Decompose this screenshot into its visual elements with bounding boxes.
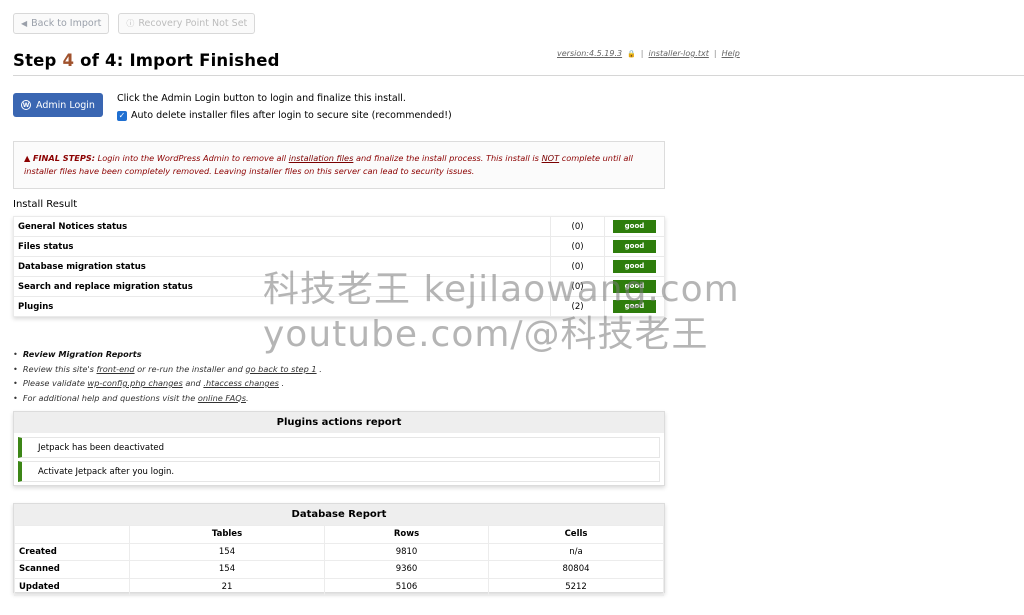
bullet: • [13,378,18,388]
note-text: . [278,378,285,388]
note-text: . [245,392,249,403]
status-name: Files status [12,236,552,257]
table-cell: 9360 [324,560,490,579]
wp-config-changes-link[interactable]: wp-config.php changes [88,378,183,388]
table-cell: 80804 [488,560,664,579]
bullet: • [13,392,18,403]
auto-delete-option[interactable]: ✓ Auto delete installer files after logi… [117,110,452,121]
note-text: Review this site's [22,363,97,374]
watermark-line2: youtube.com/@科技老王 [263,314,709,355]
database-report-table: Tables Rows Cells Created 154 9810 n/a Scanned 1… [14,525,664,596]
chevron-left-icon: ◀ [21,19,28,28]
wordpress-icon: W [21,100,32,110]
database-report: Database Report Tables Rows Cells Created 15… [13,503,665,596]
header-divider [13,75,1024,76]
recovery-point-label: Recovery Point Not Set [138,18,248,29]
table-cell: 9810 [324,542,490,561]
install-result-row: General Notices status (0) good [12,216,665,237]
separator: | [713,49,717,58]
not-emphasis: NOT [541,153,560,163]
status-cell: good [604,216,665,237]
status-name: General Notices status [12,216,552,237]
column-header: Rows [324,525,490,544]
install-result-label: Install Result [13,199,78,210]
installer-log-link[interactable]: installer-log.txt [649,49,709,58]
plugin-report-item: Jetpack has been deactivated [18,437,660,458]
table-cell: n/a [488,542,664,561]
note-text: and [182,378,204,388]
title-suffix: of 4: Import Finished [74,51,280,70]
final-steps-text: Login into the WordPress Admin to remove… [95,153,289,163]
separator: | [640,49,644,58]
review-heading: Review Migration Reports [22,349,142,359]
final-steps-lead: FINAL STEPS: [32,153,96,163]
installation-files-link[interactable]: installation files [289,153,354,163]
front-end-link[interactable]: front-end [96,364,134,374]
table-cell: 154 [128,542,326,561]
table-cell: 5212 [488,577,664,596]
bullet: • [13,349,18,359]
plugins-report-title: Plugins actions report [14,412,664,433]
plugin-report-item: Activate Jetpack after you login. [18,461,660,482]
back-to-import-button[interactable]: ◀ Back to Import [13,13,110,34]
status-count: (0) [550,236,606,257]
table-cell: 154 [128,560,326,579]
login-instruction: Click the Admin Login button to login an… [117,93,406,104]
note-text: or re-run the installer and [134,363,246,374]
status-badge[interactable]: good [613,240,656,253]
note-text: Please validate [22,378,88,388]
step-number: 4 [62,51,75,70]
status-badge[interactable]: good [613,220,656,233]
warning-icon: ▲ [24,153,31,163]
htaccess-changes-link[interactable]: .htaccess changes [203,378,279,388]
title-prefix: Step [13,51,63,70]
header-meta: version:4.5.19.3 🔒 | installer-log.txt |… [557,49,740,58]
database-row: Created 154 9810 n/a [14,542,664,561]
table-cell: 21 [128,577,326,596]
version-link[interactable]: version:4.5.19.3 [557,49,622,58]
auto-delete-checkbox[interactable]: ✓ [117,110,127,121]
database-header-row: Tables Rows Cells [14,525,664,544]
online-faqs-link[interactable]: online FAQs [198,393,246,403]
note-text: . [316,363,322,374]
auto-delete-label: Auto delete installer files after login … [131,110,452,121]
lock-icon: 🔒 [627,49,636,58]
database-row: Scanned 154 9360 80804 [14,560,664,579]
column-header: Tables [128,525,326,544]
status-cell: good [604,236,665,257]
database-row: Updated 21 5106 5212 [14,577,664,596]
admin-login-label: Admin Login [36,99,95,111]
row-label: Updated [14,577,130,596]
table-cell: 5106 [324,577,490,596]
row-label: Created [14,542,130,561]
column-header [14,525,130,544]
admin-login-button[interactable]: W Admin Login [13,93,103,117]
bullet: • [13,363,18,374]
recovery-point-button: ⓘ Recovery Point Not Set [118,13,256,34]
plugins-actions-report: Plugins actions report Jetpack has been … [13,411,665,486]
database-report-title: Database Report [14,504,664,525]
status-count: (0) [550,216,606,237]
back-to-import-label: Back to Import [31,18,102,29]
final-steps-text: and finalize the install process. This i… [353,153,542,163]
help-link[interactable]: Help [722,49,740,58]
page-title: Step 4 of 4: Import Finished [13,51,280,70]
top-toolbar: ◀ Back to Import ⓘ Recovery Point Not Se… [13,13,256,34]
row-label: Scanned [14,560,130,579]
install-result-row: Files status (0) good [12,236,665,257]
info-icon: ⓘ [126,19,135,28]
final-steps-notice: ▲ FINAL STEPS: Login into the WordPress … [13,141,665,189]
go-back-step1-link[interactable]: go back to step 1 [245,364,316,374]
column-header: Cells [488,525,664,544]
note-text: For additional help and questions visit … [22,392,198,403]
